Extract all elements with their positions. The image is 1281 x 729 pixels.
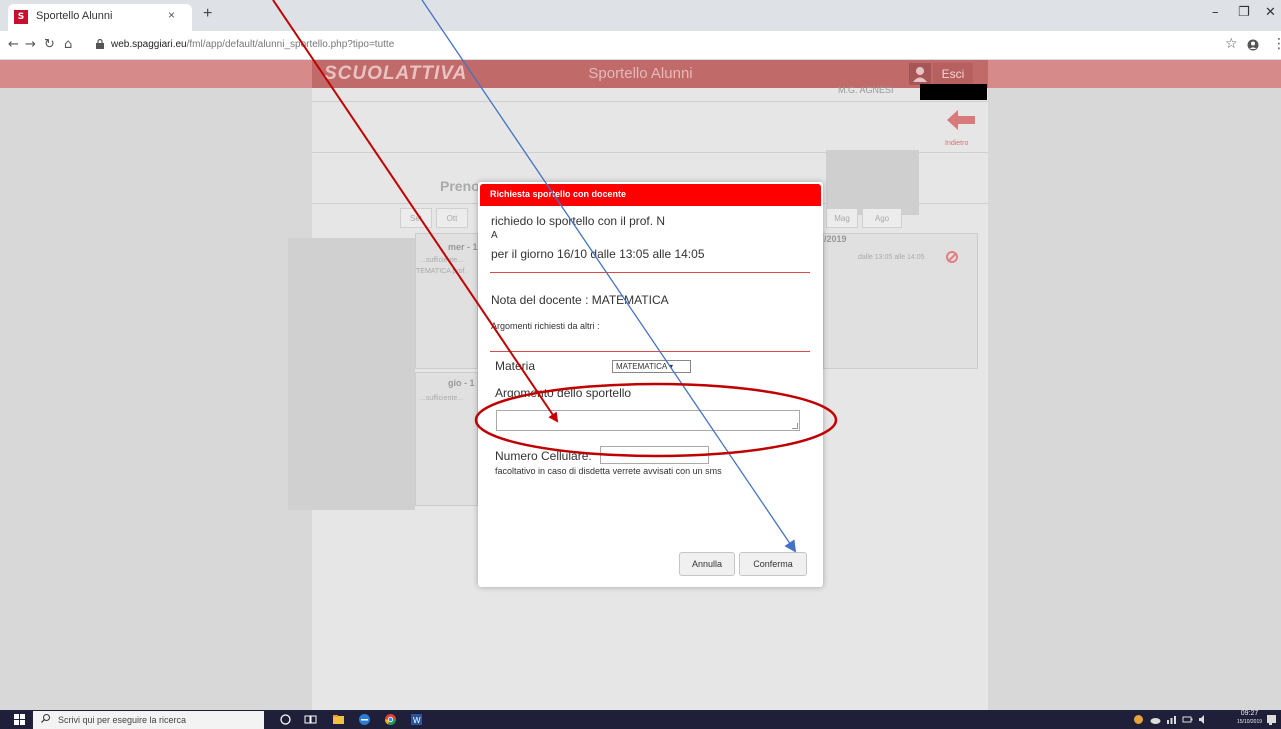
notifications-icon[interactable] (1266, 714, 1277, 725)
divider (312, 101, 988, 102)
search-placeholder: Scrivi qui per eseguire la ricerca (58, 715, 187, 725)
taskbar-search[interactable]: Scrivi qui per eseguire la ricerca (33, 711, 264, 729)
phone-hint: facoltativo in caso di disdetta verrete … (495, 466, 722, 476)
tray-app-icon[interactable] (1133, 714, 1144, 725)
windows-start-icon[interactable] (14, 714, 25, 725)
topic-textarea[interactable] (496, 410, 800, 431)
modal-header: Richiesta sportello con docente (480, 184, 821, 206)
url-field[interactable]: web.spaggiari.eu/fml/app/default/alunni_… (111, 39, 394, 50)
back-arrow-icon[interactable] (947, 110, 975, 130)
windows-taskbar: Scrivi qui per eseguire la ricerca W 09:… (0, 710, 1281, 729)
profile-icon[interactable] (1247, 39, 1259, 51)
user-name: M.G. AGNESI (838, 85, 894, 95)
battery-icon[interactable] (1182, 714, 1193, 725)
bookmark-star-icon[interactable]: ☆ (1225, 36, 1238, 52)
new-tab-button[interactable]: + (203, 5, 212, 23)
redacted-box (920, 84, 987, 100)
cortana-icon[interactable] (279, 713, 292, 726)
slot-text: TEMATICA prof. (416, 268, 467, 275)
slot-header: /2019 (824, 234, 847, 244)
back-arrow-icon[interactable]: ← (8, 37, 19, 52)
page-title: Preno (440, 178, 480, 194)
task-view-icon[interactable] (304, 713, 317, 726)
network-icon[interactable] (1166, 714, 1177, 725)
request-date-text: per il giorno 16/10 dalle 13:05 alle 14:… (491, 247, 705, 261)
slot-header: mer - 1 (448, 242, 478, 252)
slot-text: ...sufficiente... (420, 257, 464, 264)
file-explorer-icon[interactable] (332, 713, 345, 726)
slot-card[interactable] (415, 372, 478, 506)
resize-grip-icon[interactable] (792, 423, 798, 429)
back-label[interactable]: Indietro (945, 140, 968, 147)
word-icon[interactable]: W (410, 713, 423, 726)
address-bar: ← → ↻ ⌂ web.spaggiari.eu/fml/app/default… (0, 31, 1281, 60)
cancel-slot-icon[interactable] (946, 251, 958, 263)
week-button-mag[interactable]: Mag (826, 208, 858, 228)
browser-tab[interactable]: S Sportello Alunni × (8, 4, 192, 31)
search-icon (41, 714, 50, 723)
user-icon[interactable] (909, 63, 931, 85)
menu-icon[interactable]: ⋮ (1272, 36, 1281, 52)
phone-label: Numero Cellulare: (495, 449, 592, 463)
request-teacher-text-cont: A (491, 230, 498, 241)
maximize-button[interactable]: ❐ (1238, 5, 1250, 20)
home-icon[interactable]: ⌂ (64, 37, 72, 52)
separator-line (490, 351, 810, 352)
tab-title: Sportello Alunni (36, 10, 113, 22)
separator-line (490, 272, 810, 273)
onedrive-icon[interactable] (1150, 714, 1161, 725)
left-gray-panel (288, 238, 415, 510)
request-modal: Richiesta sportello con docente richiedo… (478, 182, 823, 587)
svg-text:W: W (413, 716, 421, 725)
slot-header: gio - 1 (448, 378, 475, 388)
volume-icon[interactable] (1198, 714, 1209, 725)
teacher-note: Nota del docente : MATEMATICA (491, 293, 669, 307)
modal-title: Richiesta sportello con docente (490, 189, 627, 199)
info-block (826, 150, 919, 215)
site-favicon-icon: S (14, 10, 28, 24)
subject-label: Materia (495, 359, 536, 373)
lock-icon (96, 39, 104, 49)
phone-input[interactable] (600, 446, 709, 464)
logout-button[interactable]: Esci (933, 63, 973, 85)
chrome-icon[interactable] (384, 713, 397, 726)
week-button-ott[interactable]: Ott (436, 208, 468, 228)
site-title: Sportello Alunni (588, 65, 693, 82)
slot-text: dalle 13:05 alle 14:05 (858, 254, 925, 261)
week-button-ago[interactable]: Ago (862, 208, 902, 228)
browser-tab-bar: S Sportello Alunni × + – ❐ ✕ (0, 0, 1281, 31)
tab-close-icon[interactable]: × (168, 8, 175, 22)
forward-arrow-icon[interactable]: → (25, 37, 36, 52)
edge-icon[interactable] (358, 713, 371, 726)
cancel-button[interactable]: Annulla (679, 552, 735, 576)
subject-select[interactable]: MATEMATICA ▾ (612, 360, 691, 373)
confirm-button[interactable]: Conferma (739, 552, 807, 576)
close-window-button[interactable]: ✕ (1265, 5, 1276, 20)
slot-card[interactable] (415, 233, 478, 369)
slot-text: ...sufficiente... (420, 395, 464, 402)
topic-label: Argomento dello sportello (495, 386, 632, 400)
taskbar-clock[interactable]: 09:27 15/10/2019 (1237, 710, 1262, 726)
week-button-set[interactable]: Set (400, 208, 432, 228)
reload-icon[interactable]: ↻ (44, 37, 55, 52)
request-teacher-text: richiedo lo sportello con il prof. N (491, 214, 666, 228)
other-topics-label: Argomenti richiesti da altri : (491, 321, 600, 331)
minimize-button[interactable]: – (1212, 5, 1219, 20)
